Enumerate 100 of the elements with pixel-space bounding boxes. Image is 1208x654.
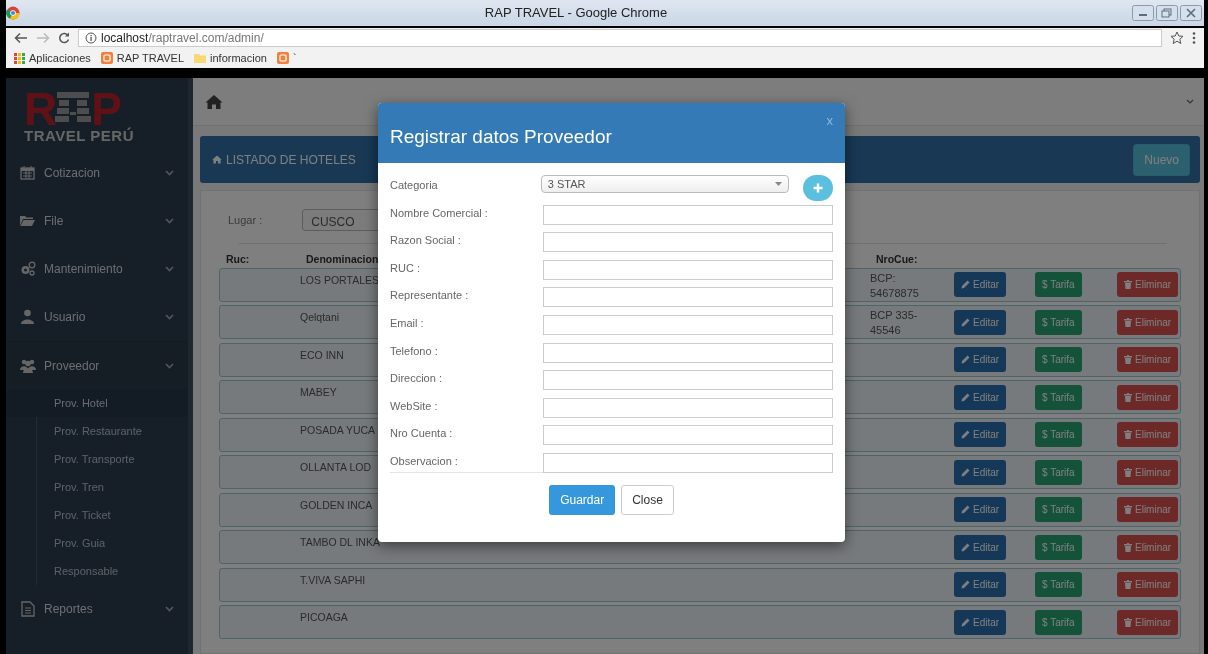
- rate-button[interactable]: $ Tarifa: [1035, 459, 1082, 485]
- field-label: Representante :: [390, 288, 470, 304]
- delete-button[interactable]: Eliminar: [1117, 422, 1179, 448]
- rate-button[interactable]: $ Tarifa: [1035, 309, 1082, 335]
- pencil-icon: [961, 280, 970, 290]
- input-field[interactable]: [543, 314, 833, 335]
- edit-button[interactable]: Editar: [954, 534, 1007, 560]
- folder-icon: [20, 213, 36, 229]
- rate-button[interactable]: $ Tarifa: [1035, 609, 1082, 635]
- pencil-icon: [961, 505, 970, 515]
- delete-button[interactable]: Eliminar: [1117, 347, 1179, 373]
- table-cell-text: T.VIVA SAPHI: [300, 572, 366, 588]
- category-select[interactable]: 3 STAR: [540, 175, 790, 193]
- address-bar[interactable]: localhost/raptravel.com/admin/: [78, 29, 1162, 47]
- trash-icon: [1124, 505, 1132, 515]
- edit-button[interactable]: Editar: [954, 572, 1007, 598]
- edit-button[interactable]: Editar: [954, 347, 1007, 373]
- input-field[interactable]: [543, 259, 833, 280]
- input-field[interactable]: [543, 287, 833, 308]
- calendar-icon: [20, 165, 36, 181]
- star-icon[interactable]: [1170, 31, 1184, 45]
- chevron-down-icon: [165, 606, 174, 612]
- edit-button[interactable]: Editar: [954, 309, 1007, 335]
- panel-title: LISTADO DE HOTELES: [226, 151, 356, 169]
- submenu-item[interactable]: Responsable: [7, 557, 188, 585]
- bookmark[interactable]: RAP TRAVEL: [100, 49, 185, 67]
- sidebar-item[interactable]: File: [6, 197, 188, 245]
- info-icon: [85, 32, 97, 44]
- submenu-item[interactable]: Prov. Guia: [7, 529, 188, 557]
- input-field[interactable]: [543, 370, 833, 391]
- sidebar-item[interactable]: Cotizacion: [6, 149, 188, 197]
- delete-button[interactable]: Eliminar: [1117, 459, 1179, 485]
- sidebar-item[interactable]: Reportes: [6, 585, 188, 633]
- minimize-icon[interactable]: [1132, 5, 1154, 21]
- table-cell-text: TAMBO DL INKA: [300, 535, 380, 551]
- input-field[interactable]: [543, 232, 833, 253]
- edit-button[interactable]: Editar: [954, 384, 1007, 410]
- input-field[interactable]: [543, 342, 833, 363]
- edit-button[interactable]: Editar: [954, 422, 1007, 448]
- input-field[interactable]: [543, 452, 833, 473]
- bookmark[interactable]: informacion: [194, 49, 267, 67]
- forward-icon[interactable]: [36, 32, 50, 44]
- submenu-item[interactable]: Prov. Transporte: [7, 445, 188, 473]
- bookmark[interactable]: Aplicaciones: [14, 49, 91, 67]
- back-icon[interactable]: [14, 32, 28, 44]
- url-text: localhost/raptravel.com/admin/: [101, 30, 264, 47]
- edit-button[interactable]: Editar: [954, 609, 1007, 635]
- field-label: Nro Cuenta :: [390, 426, 454, 442]
- input-field[interactable]: [543, 204, 833, 225]
- rate-button[interactable]: $ Tarifa: [1035, 534, 1082, 560]
- trash-icon: [1124, 617, 1132, 627]
- modal-title: Registrar datos Proveedor: [390, 125, 612, 149]
- rate-button[interactable]: $ Tarifa: [1035, 422, 1082, 448]
- rate-button[interactable]: $ Tarifa: [1035, 572, 1082, 598]
- close-icon[interactable]: [1180, 5, 1202, 21]
- delete-button[interactable]: Eliminar: [1117, 384, 1179, 410]
- delete-button[interactable]: Eliminar: [1117, 534, 1179, 560]
- sidebar-item[interactable]: Mantenimiento: [6, 245, 188, 293]
- edit-button[interactable]: Editar: [954, 497, 1007, 523]
- edit-button[interactable]: Editar: [954, 459, 1007, 485]
- chevron-down-icon[interactable]: [1186, 99, 1194, 104]
- logo-letter: P: [91, 90, 120, 128]
- input-field[interactable]: [543, 397, 833, 418]
- menu-icon[interactable]: [1192, 31, 1196, 45]
- reload-icon[interactable]: [58, 32, 70, 44]
- close-button[interactable]: Close: [621, 484, 674, 515]
- field-label: RUC :: [390, 260, 421, 276]
- delete-button[interactable]: Eliminar: [1117, 572, 1179, 598]
- home-icon[interactable]: [205, 93, 223, 110]
- rate-button[interactable]: $ Tarifa: [1035, 272, 1082, 298]
- chevron-down-icon: [165, 362, 174, 369]
- submenu-item[interactable]: Prov. Tren: [7, 473, 188, 501]
- submenu-item[interactable]: Prov. Ticket: [7, 501, 188, 529]
- trash-icon: [1124, 317, 1132, 327]
- column-header: Denominacion: [306, 252, 379, 267]
- submenu-item[interactable]: Prov. Hotel: [7, 389, 188, 417]
- table-cell-text: MABEY: [300, 385, 337, 401]
- maximize-icon[interactable]: [1156, 5, 1178, 21]
- submenu-item[interactable]: Prov. Restaurante: [7, 417, 188, 445]
- close-button[interactable]: x: [826, 111, 833, 131]
- save-button[interactable]: Guardar: [549, 484, 616, 515]
- add-button[interactable]: [803, 175, 833, 201]
- rate-button[interactable]: $ Tarifa: [1035, 384, 1082, 410]
- delete-button[interactable]: Eliminar: [1117, 497, 1179, 523]
- pencil-icon: [961, 355, 970, 365]
- pencil-icon: [961, 430, 970, 440]
- new-button[interactable]: Nuevo: [1133, 143, 1190, 176]
- bookmark[interactable]: `: [276, 49, 297, 67]
- edit-button[interactable]: Editar: [954, 272, 1007, 298]
- browser-logo-icon: [6, 6, 20, 20]
- bookmark-page-icon: [100, 52, 113, 64]
- rate-button[interactable]: $ Tarifa: [1035, 497, 1082, 523]
- input-field[interactable]: [543, 425, 833, 446]
- sidebar-item[interactable]: Usuario: [6, 293, 188, 341]
- delete-button[interactable]: Eliminar: [1117, 272, 1179, 298]
- delete-button[interactable]: Eliminar: [1117, 309, 1179, 335]
- table-cell-text: BCP: 54678875: [870, 270, 920, 301]
- table-cell-text: GOLDEN INCA: [300, 497, 373, 513]
- rate-button[interactable]: $ Tarifa: [1035, 347, 1082, 373]
- delete-button[interactable]: Eliminar: [1117, 609, 1179, 635]
